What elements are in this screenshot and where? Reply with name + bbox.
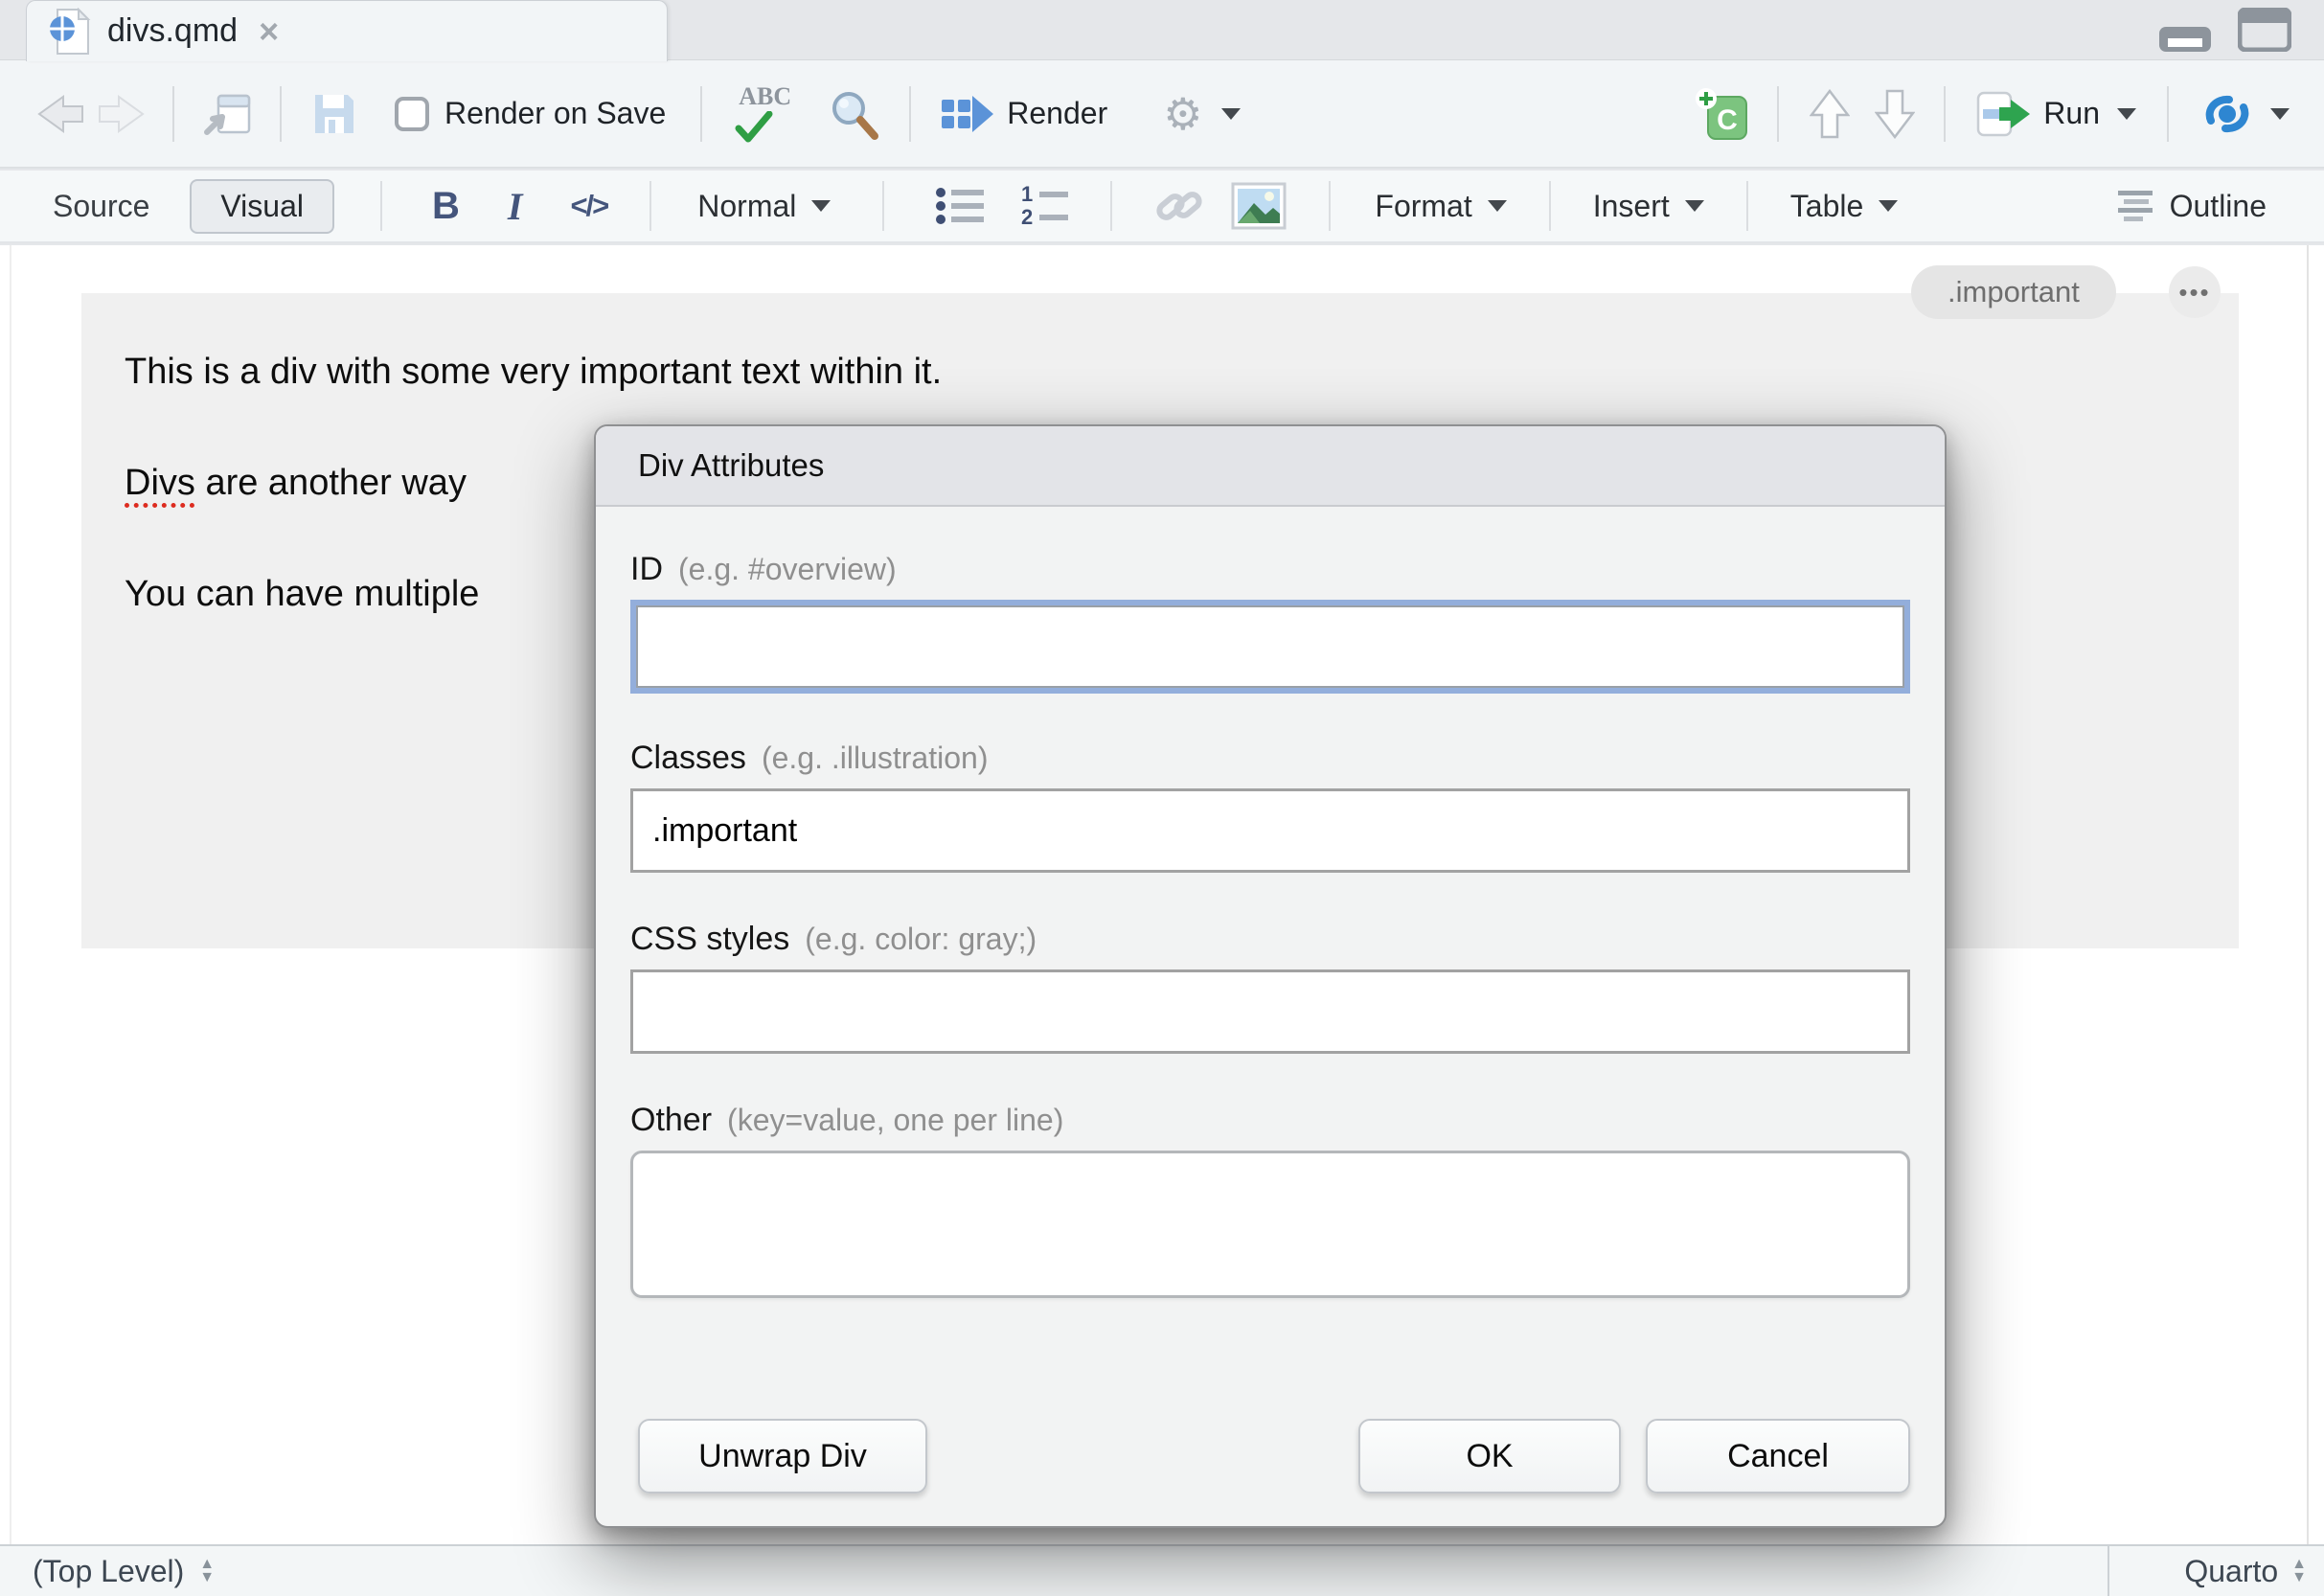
dialog-button-row: Unwrap Div OK Cancel — [630, 1419, 1910, 1493]
css-styles-field-label: CSS styles (e.g. color: gray;) — [630, 921, 1910, 958]
svg-text:2: 2 — [1021, 205, 1033, 228]
css-styles-input[interactable] — [630, 969, 1910, 1054]
css-styles-label-hint: (e.g. color: gray;) — [805, 922, 1037, 957]
format-menu-caret-icon[interactable] — [1488, 200, 1507, 212]
paragraph[interactable]: Divs are another way — [125, 460, 467, 506]
pane-controls — [2159, 8, 2291, 52]
numbered-list-button[interactable]: 1 2 — [1018, 184, 1072, 228]
main-toolbar: Render on Save ABC Render ⚙ — [0, 59, 2324, 169]
table-menu[interactable]: Table — [1790, 189, 1864, 224]
cancel-button[interactable]: Cancel — [1646, 1419, 1910, 1493]
file-type-selector[interactable]: Quarto ▲▼ — [2108, 1546, 2324, 1596]
maximize-pane-icon[interactable] — [2238, 8, 2291, 52]
unwrap-div-button[interactable]: Unwrap Div — [638, 1419, 927, 1493]
insert-chunk-button[interactable]: C — [1695, 87, 1748, 141]
misspelled-word[interactable]: Divs — [125, 463, 195, 503]
render-on-save-label: Render on Save — [444, 96, 666, 131]
spellcheck-abc: ABC — [739, 82, 791, 111]
css-styles-label-text: CSS styles — [630, 921, 789, 958]
spellcheck-button[interactable]: ABC — [733, 82, 804, 146]
quarto-file-icon — [50, 8, 92, 56]
rstudio-editor-window: divs.qmd × — [0, 0, 2324, 1596]
tab-strip: divs.qmd × — [0, 0, 2324, 59]
rerun-options-caret-icon[interactable] — [2270, 108, 2290, 120]
margin-line — [2307, 245, 2309, 1544]
file-type-stepper-icon[interactable]: ▲▼ — [2291, 1558, 2307, 1585]
other-field-label: Other (key=value, one per line) — [630, 1102, 1910, 1139]
rerun-icon[interactable] — [2201, 91, 2253, 137]
paragraph-style-dropdown[interactable]: Normal — [697, 189, 796, 224]
tab-close-icon[interactable]: × — [259, 11, 279, 52]
tab-title: divs.qmd — [107, 12, 238, 50]
gutter-line — [10, 245, 11, 1544]
outline-level-stepper-icon[interactable]: ▲▼ — [199, 1558, 215, 1585]
outline-toggle[interactable]: Outline — [2170, 189, 2267, 224]
outline-level-label: (Top Level) — [33, 1554, 184, 1589]
format-menu[interactable]: Format — [1375, 189, 1471, 224]
classes-input[interactable] — [630, 788, 1910, 873]
id-field-label: ID (e.g. #overview) — [630, 551, 1910, 588]
code-button[interactable]: </> — [570, 189, 607, 223]
forward-icon[interactable] — [96, 93, 148, 135]
run-button[interactable]: Run — [2043, 96, 2100, 131]
back-icon[interactable] — [34, 93, 86, 135]
visual-mode-button[interactable]: Visual — [190, 179, 334, 234]
format-toolbar: Source Visual B I </> Normal 1 2 — [0, 171, 2324, 243]
table-menu-caret-icon[interactable] — [1879, 200, 1898, 212]
status-bar: (Top Level) ▲▼ Quarto ▲▼ — [0, 1544, 2324, 1596]
insert-chunk-icon: C — [1695, 87, 1748, 141]
outline-icon — [2114, 187, 2156, 225]
other-label-hint: (key=value, one per line) — [727, 1103, 1063, 1138]
tab-divs-qmd[interactable]: divs.qmd × — [26, 0, 668, 61]
insert-menu[interactable]: Insert — [1593, 189, 1670, 224]
chunk-down-icon[interactable] — [1875, 89, 1915, 139]
bullet-list-button[interactable] — [934, 184, 988, 228]
svg-text:C: C — [1717, 104, 1738, 136]
outline-level-selector[interactable]: (Top Level) ▲▼ — [0, 1554, 215, 1589]
search-icon[interactable] — [829, 88, 880, 140]
paragraph-style-caret-icon[interactable] — [811, 200, 831, 212]
bold-button[interactable]: B — [432, 185, 460, 228]
minimize-pane-icon[interactable] — [2159, 8, 2211, 52]
paragraph-text[interactable]: are another way — [195, 463, 467, 503]
other-textarea[interactable] — [630, 1151, 1910, 1298]
svg-text:1: 1 — [1021, 184, 1033, 206]
other-label-text: Other — [630, 1102, 712, 1139]
image-button[interactable] — [1231, 182, 1287, 230]
id-input[interactable] — [630, 600, 1910, 694]
render-button[interactable]: Render — [1007, 96, 1107, 131]
id-label-hint: (e.g. #overview) — [678, 552, 897, 587]
ok-button[interactable]: OK — [1358, 1419, 1621, 1493]
paragraph[interactable]: This is a div with some very important t… — [125, 349, 942, 395]
gear-icon[interactable]: ⚙ — [1163, 92, 1202, 136]
div-class-badge[interactable]: .important — [1911, 265, 2116, 319]
run-options-caret-icon[interactable] — [2117, 108, 2136, 120]
classes-label-hint: (e.g. .illustration) — [762, 741, 989, 776]
spellcheck-check-icon — [735, 111, 773, 144]
chunk-up-icon[interactable] — [1810, 89, 1850, 139]
open-in-new-window-icon[interactable] — [201, 90, 253, 138]
save-icon[interactable] — [312, 92, 356, 136]
dialog-body: ID (e.g. #overview) Classes (e.g. .illus… — [596, 507, 1945, 1526]
div-options-dots-icon[interactable]: ••• — [2169, 266, 2221, 318]
classes-field-label: Classes (e.g. .illustration) — [630, 740, 1910, 777]
source-mode-button[interactable]: Source — [53, 189, 149, 224]
render-icon — [940, 92, 993, 136]
render-options-caret-icon[interactable] — [1221, 108, 1241, 120]
italic-button[interactable]: I — [508, 184, 523, 229]
div-attributes-dialog: Div Attributes ID (e.g. #overview) Class… — [594, 424, 1947, 1528]
file-type-label: Quarto — [2184, 1554, 2278, 1589]
classes-label-text: Classes — [630, 740, 746, 777]
render-on-save-checkbox[interactable] — [395, 97, 429, 131]
link-button[interactable] — [1154, 183, 1204, 229]
paragraph[interactable]: You can have multiple — [125, 571, 479, 617]
dialog-title: Div Attributes — [596, 426, 1945, 507]
insert-menu-caret-icon[interactable] — [1685, 200, 1704, 212]
run-icon — [1976, 91, 2032, 137]
id-label-text: ID — [630, 551, 663, 588]
